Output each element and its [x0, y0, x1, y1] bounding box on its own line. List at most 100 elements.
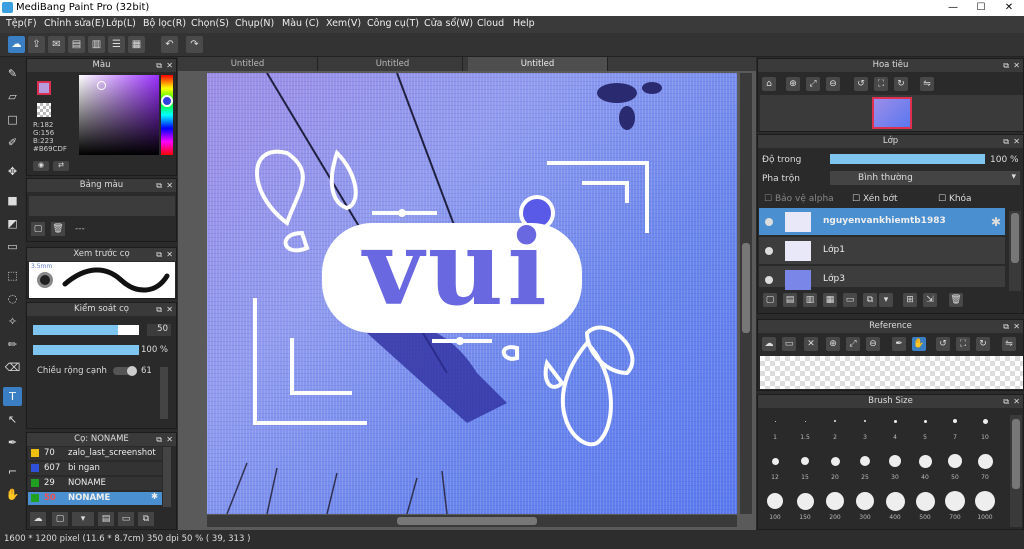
brush-size-value[interactable]: 50	[147, 324, 171, 336]
text-icon[interactable]: T	[3, 387, 22, 406]
brush-size-option[interactable]: 200	[821, 490, 849, 528]
zoom-in-icon[interactable]: ⊕	[826, 337, 840, 351]
select-eraser-icon[interactable]: ⌫	[3, 358, 22, 377]
close-panel-icon[interactable]: ✕	[166, 433, 173, 446]
menu-edit[interactable]: Chỉnh sửa(E)	[44, 18, 105, 29]
merge-layer-icon[interactable]: ⊞	[903, 293, 917, 307]
new-layer-icon[interactable]: ▢	[763, 293, 777, 307]
layer-row[interactable]: Lớp1	[759, 237, 1005, 265]
menu-view[interactable]: Xem(V)	[326, 18, 361, 29]
fill-rect-icon[interactable]: ■	[3, 191, 22, 210]
close-panel-icon[interactable]: ✕	[166, 303, 173, 316]
layer-row[interactable]: Lớp3	[759, 266, 1005, 290]
brush-size-option[interactable]: 1	[761, 410, 789, 448]
brush-control-scrollbar[interactable]	[160, 367, 168, 419]
gradient-icon[interactable]: ▭	[3, 237, 22, 256]
hue-handle[interactable]	[161, 95, 173, 107]
brush-size-option[interactable]: 1000	[971, 490, 999, 528]
brush-size-option[interactable]: 10	[971, 410, 999, 448]
tab-untitled-2[interactable]: Untitled	[323, 57, 463, 71]
transparent-swatch[interactable]	[37, 103, 51, 117]
rectangle-icon[interactable]: □	[3, 110, 22, 129]
close-panel-icon[interactable]: ✕	[166, 248, 173, 261]
brush-size-option[interactable]: 25	[851, 450, 879, 488]
tab-untitled-1[interactable]: Untitled	[178, 57, 318, 71]
brush-size-option[interactable]: 70	[971, 450, 999, 488]
lasso-icon[interactable]: ◌	[3, 289, 22, 308]
hue-slider[interactable]	[161, 75, 173, 155]
undock-icon[interactable]: ⧉	[1003, 320, 1009, 333]
menu-file[interactable]: Tệp(F)	[6, 18, 37, 29]
undock-icon[interactable]: ⧉	[1003, 135, 1009, 148]
brush-size-option[interactable]: 7	[941, 410, 969, 448]
brush-folder-icon[interactable]: ▭	[118, 512, 134, 526]
move-icon[interactable]: ✥	[3, 162, 22, 181]
rotate-right-icon[interactable]: ↻	[976, 337, 990, 351]
cloud-brush-icon[interactable]: ☁	[30, 512, 46, 526]
new-layer-8bit-icon[interactable]: ▤	[783, 293, 797, 307]
brush-size-option[interactable]: 2	[821, 410, 849, 448]
foreground-swatch[interactable]	[37, 81, 51, 95]
cloud-icon[interactable]: ☁	[8, 36, 25, 53]
menu-layer[interactable]: Lớp(L)	[106, 18, 136, 29]
fit-icon[interactable]: ⤢	[806, 77, 820, 91]
menu-select[interactable]: Chọn(S)	[191, 18, 229, 29]
add-palette-icon[interactable]: ▢	[31, 222, 45, 236]
undock-icon[interactable]: ⧉	[156, 179, 162, 192]
layer-row-selected[interactable]: nguyenvankhiemtb1983 ✱	[759, 208, 1005, 236]
canvas-horizontal-scrollbar[interactable]	[207, 515, 737, 527]
maximize-icon[interactable]: ☐	[966, 0, 996, 16]
hand-icon[interactable]: ⌂	[762, 77, 776, 91]
close-panel-icon[interactable]: ✕	[1013, 135, 1020, 148]
layer-menu-icon[interactable]: ▾	[879, 293, 893, 307]
brush-item[interactable]: 607 bi ngan	[28, 462, 162, 475]
menu-window[interactable]: Cửa sổ(W)	[424, 18, 473, 29]
layer-opacity-slider[interactable]	[830, 154, 985, 164]
eyedropper-icon[interactable]: ✒	[892, 337, 906, 351]
comment-icon[interactable]: ✉	[48, 36, 65, 53]
brush-size-option[interactable]: 1.5	[791, 410, 819, 448]
menu-cloud[interactable]: Cloud	[477, 18, 504, 29]
eye-icon[interactable]	[765, 218, 773, 226]
hand-icon[interactable]: ✋	[912, 337, 926, 351]
delete-layer-icon[interactable]: 🗑	[949, 293, 963, 307]
navigator-preview[interactable]	[760, 95, 1023, 131]
tab-untitled-3[interactable]: Untitled	[468, 57, 608, 71]
undock-icon[interactable]: ⧉	[156, 59, 162, 72]
menu-tools[interactable]: Công cụ(T)	[367, 18, 419, 29]
fit-window-icon[interactable]: ⛶	[956, 337, 970, 351]
brush-size-option[interactable]: 12	[761, 450, 789, 488]
hand-icon[interactable]: ✋	[3, 485, 22, 504]
halftone-layer-icon[interactable]: ▦	[823, 293, 837, 307]
brush-size-slider[interactable]	[33, 325, 139, 335]
undock-icon[interactable]: ⧉	[1003, 59, 1009, 72]
new-layer-1bit-icon[interactable]: ▥	[803, 293, 817, 307]
export-icon[interactable]: ⇪	[28, 36, 45, 53]
brush-size-option[interactable]: 500	[911, 490, 939, 528]
rotate-right-icon[interactable]: ↻	[894, 77, 908, 91]
zoom-out-icon[interactable]: ⊖	[866, 337, 880, 351]
brush-copy-icon[interactable]: ⧉	[138, 512, 154, 526]
dropper-icon[interactable]: ⌐	[3, 462, 22, 481]
folder-layer-icon[interactable]: ▭	[843, 293, 857, 307]
brush-size-option[interactable]: 400	[881, 490, 909, 528]
brush-size-option[interactable]: 300	[851, 490, 879, 528]
canvas-image[interactable]: vui	[207, 73, 737, 514]
brush-opacity-slider[interactable]	[33, 345, 139, 355]
redo-icon[interactable]: ↷	[186, 36, 203, 53]
menu-color[interactable]: Màu (C)	[282, 18, 319, 29]
flip-icon[interactable]: ⇋	[920, 77, 934, 91]
eye-icon[interactable]	[765, 276, 773, 284]
menu-help[interactable]: Help	[513, 18, 535, 29]
brush-item[interactable]: 70 zalo_last_screenshot	[28, 447, 162, 460]
brush-size-option[interactable]: 50	[941, 450, 969, 488]
menu-capture[interactable]: Chụp(N)	[235, 18, 274, 29]
grid-icon[interactable]: ▦	[128, 36, 145, 53]
saturation-picker[interactable]	[79, 75, 159, 155]
brush-menu-icon[interactable]: ▾	[72, 512, 94, 526]
rotate-left-icon[interactable]: ↺	[854, 77, 868, 91]
protect-alpha-checkbox[interactable]: ☐ Bảo vệ alpha	[764, 194, 834, 204]
clipping-checkbox[interactable]: ☐ Xén bớt	[852, 194, 898, 204]
color-mode-icon[interactable]: ◉	[33, 161, 49, 171]
undock-icon[interactable]: ⧉	[156, 303, 162, 316]
